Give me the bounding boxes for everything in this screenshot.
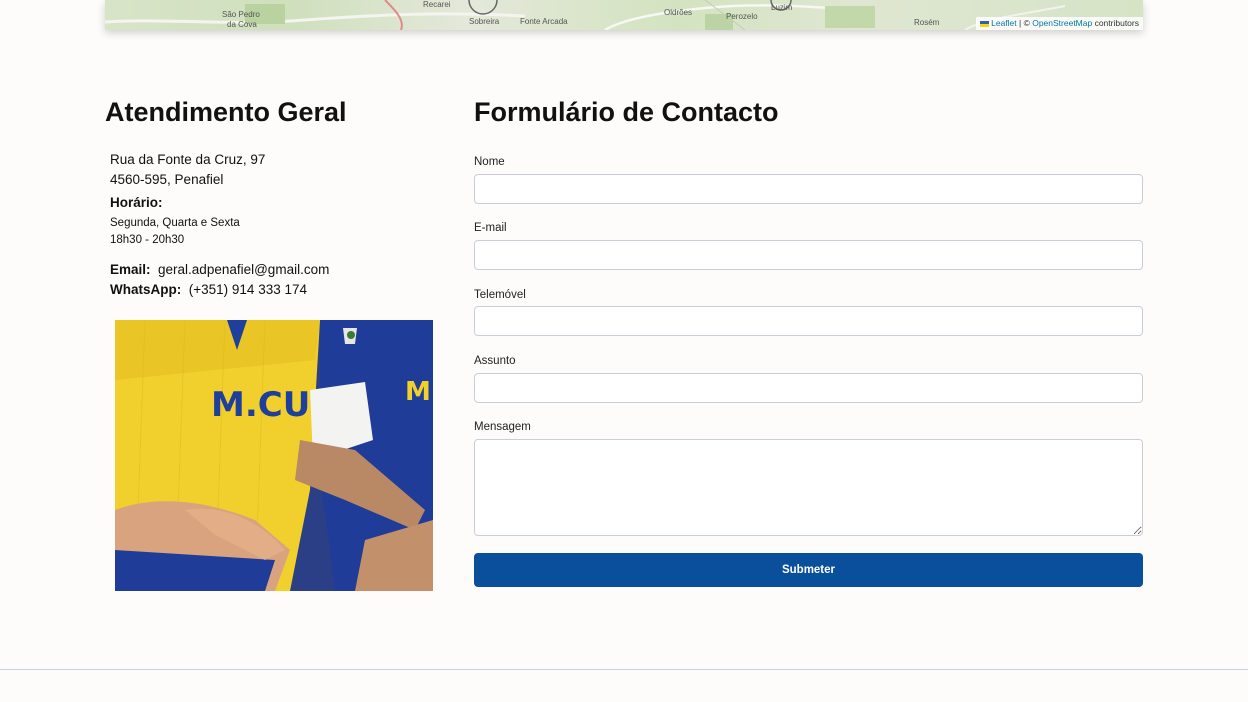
message-label: Mensagem [474, 421, 531, 433]
submit-button[interactable]: Submeter [474, 553, 1143, 587]
whatsapp-row: WhatsApp: (+351) 914 333 174 [110, 280, 329, 300]
flag-icon [980, 20, 990, 27]
email-label: Email: [110, 262, 151, 277]
opening-hours: Segunda, Quarta e Sexta 18h30 - 20h30 [110, 215, 240, 249]
map-label: Perozelo [726, 12, 758, 21]
address-line-city: 4560-595, Penafiel [110, 172, 224, 187]
team-photo-illustration: M.CUN M [115, 320, 433, 591]
team-photo: M.CUN M [115, 320, 433, 591]
map-label: Rosém [914, 18, 940, 27]
map-label: Luzim [771, 3, 793, 12]
hours-time: 18h30 - 20h30 [110, 234, 185, 246]
contact-details: Email: geral.adpenafiel@gmail.com WhatsA… [110, 260, 329, 300]
email-value[interactable]: geral.adpenafiel@gmail.com [158, 262, 329, 277]
footer-divider [0, 669, 1248, 670]
address-line-street: Rua da Fonte da Cruz, 97 [110, 152, 266, 167]
whatsapp-label: WhatsApp: [110, 282, 182, 297]
email-row: Email: geral.adpenafiel@gmail.com [110, 260, 329, 280]
email-field-label: E-mail [474, 222, 507, 234]
map-label: Sobreira [469, 17, 500, 26]
map-embed[interactable]: São Pedro da Cova Recarei Sobreira Fonte… [105, 0, 1143, 30]
address: Rua da Fonte da Cruz, 97 4560-595, Penaf… [110, 150, 265, 190]
name-field[interactable] [474, 174, 1143, 204]
phone-label: Telemóvel [474, 289, 526, 301]
whatsapp-value[interactable]: (+351) 914 333 174 [189, 282, 307, 297]
message-textarea[interactable] [474, 439, 1143, 536]
phone-field[interactable] [474, 306, 1143, 336]
hours-heading: Horário: [110, 195, 163, 210]
subject-label: Assunto [474, 355, 516, 367]
map-label: Oldrões [664, 8, 693, 17]
section-title-formulario: Formulário de Contacto [474, 97, 779, 127]
subject-field[interactable] [474, 373, 1143, 403]
map-label: da Cova [227, 20, 257, 29]
contact-form-section: Formulário de Contacto Nome E-mail Telem… [474, 96, 1143, 587]
attribution-suffix: contributors [1092, 18, 1139, 28]
name-label: Nome [474, 156, 505, 168]
contact-info-section: Atendimento Geral Rua da Fonte da Cruz, … [105, 96, 445, 591]
map-label: Recarei [423, 0, 451, 9]
svg-text:M: M [405, 377, 431, 407]
leaflet-link[interactable]: Leaflet [991, 18, 1017, 28]
email-field[interactable] [474, 240, 1143, 270]
attribution-separator: | © [1016, 18, 1033, 28]
map-label: Fonte Arcada [520, 17, 568, 26]
map-attribution: Leaflet | © OpenStreetMap contributors [976, 17, 1143, 30]
section-title-atendimento: Atendimento Geral [105, 97, 347, 127]
hours-days: Segunda, Quarta e Sexta [110, 217, 240, 229]
openstreetmap-link[interactable]: OpenStreetMap [1032, 18, 1092, 28]
map-label: São Pedro [222, 10, 260, 19]
